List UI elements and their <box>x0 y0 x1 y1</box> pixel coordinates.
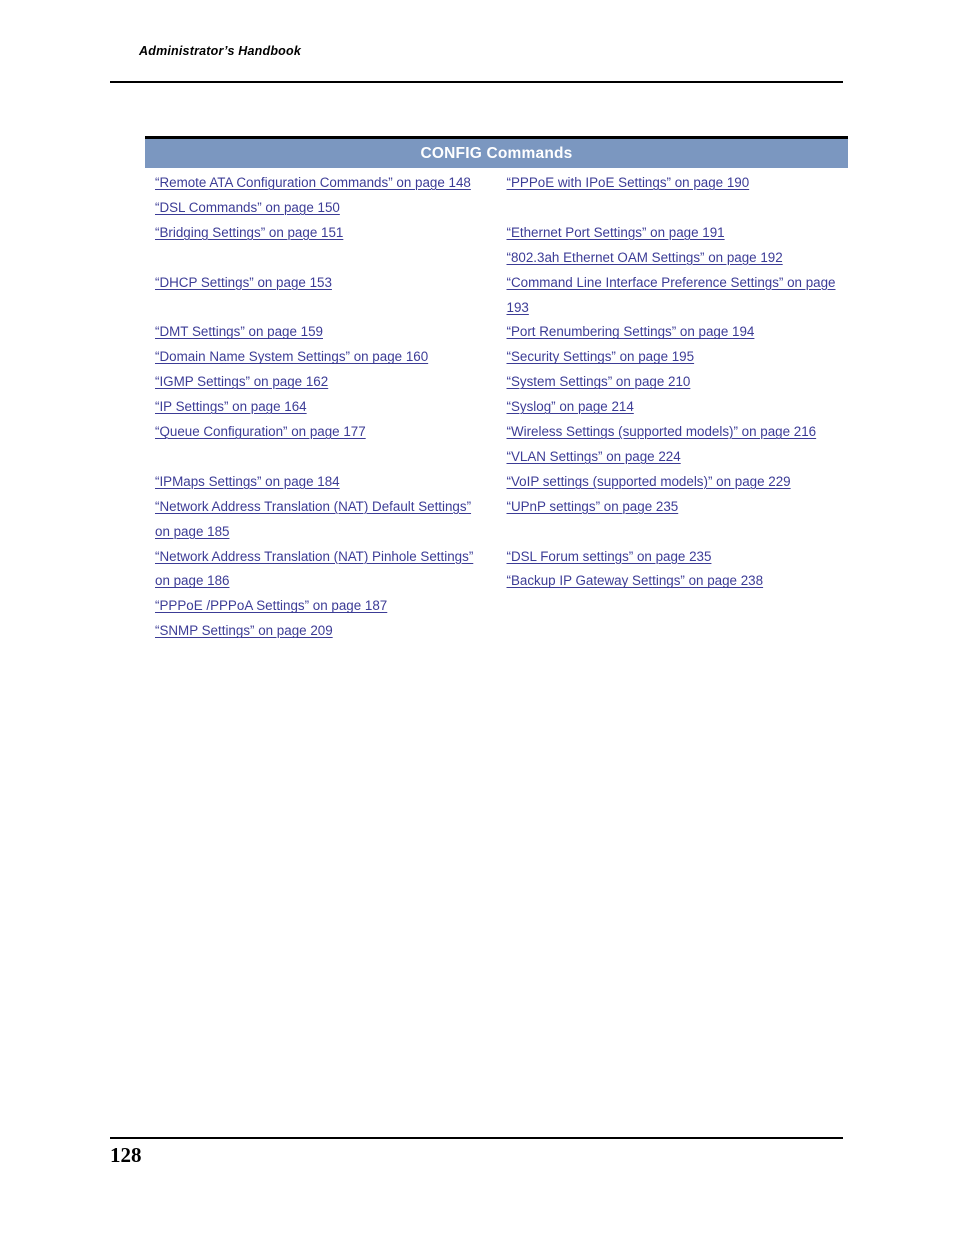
toc-entry: “Bridging Settings” on page 151 <box>155 221 479 246</box>
toc-grid: “Remote ATA Configuration Commands” on p… <box>145 171 848 644</box>
toc-spacer <box>155 246 479 271</box>
toc-link[interactable]: “System Settings” on page 210 <box>507 374 691 389</box>
config-commands-banner: CONFIG Commands <box>145 136 848 168</box>
toc-entry: “Network Address Translation (NAT) Defau… <box>155 495 479 545</box>
toc-link[interactable]: “VLAN Settings” on page 224 <box>507 449 681 464</box>
toc-link[interactable]: “Network Address Translation (NAT) Defau… <box>155 499 471 539</box>
toc-entry: “VoIP settings (supported models)” on pa… <box>507 470 839 495</box>
toc-link[interactable]: “Command Line Interface Preference Setti… <box>507 275 836 315</box>
toc-link[interactable]: “Ethernet Port Settings” on page 191 <box>507 225 725 240</box>
toc-column-left: “Remote ATA Configuration Commands” on p… <box>145 171 497 644</box>
toc-entry: “Security Settings” on page 195 <box>507 345 839 370</box>
toc-entry: “Ethernet Port Settings” on page 191 <box>507 221 839 246</box>
toc-link[interactable]: “Remote ATA Configuration Commands” on p… <box>155 175 471 190</box>
toc-link[interactable]: “UPnP settings” on page 235 <box>507 499 679 514</box>
toc-link[interactable]: “IP Settings” on page 164 <box>155 399 307 414</box>
toc-entry: “Queue Configuration” on page 177 <box>155 420 479 445</box>
toc-link[interactable]: “DSL Commands” on page 150 <box>155 200 340 215</box>
toc-spacer <box>155 445 479 470</box>
toc-entry: “DSL Forum settings” on page 235 <box>507 545 839 570</box>
toc-link[interactable]: “PPPoE /PPPoA Settings” on page 187 <box>155 598 387 613</box>
toc-spacer <box>507 520 839 545</box>
toc-entry: “IGMP Settings” on page 162 <box>155 370 479 395</box>
toc-entry: “Network Address Translation (NAT) Pinho… <box>155 545 479 595</box>
toc-entry: “System Settings” on page 210 <box>507 370 839 395</box>
toc-link[interactable]: “Network Address Translation (NAT) Pinho… <box>155 549 473 589</box>
toc-link[interactable]: “IPMaps Settings” on page 184 <box>155 474 340 489</box>
toc-link[interactable]: “VoIP settings (supported models)” on pa… <box>507 474 791 489</box>
toc-entry: “Domain Name System Settings” on page 16… <box>155 345 479 370</box>
toc-link[interactable]: “Backup IP Gateway Settings” on page 238 <box>507 573 764 588</box>
toc-entry: “802.3ah Ethernet OAM Settings” on page … <box>507 246 839 271</box>
running-head: Administrator’s Handbook <box>139 44 301 58</box>
toc-spacer <box>155 296 479 321</box>
toc-link[interactable]: “Port Renumbering Settings” on page 194 <box>507 324 755 339</box>
toc-entry: “DSL Commands” on page 150 <box>155 196 479 221</box>
toc-link[interactable]: “DMT Settings” on page 159 <box>155 324 323 339</box>
toc-entry: “Port Renumbering Settings” on page 194 <box>507 320 839 345</box>
toc-entry: “UPnP settings” on page 235 <box>507 495 839 520</box>
header-rule <box>110 81 843 83</box>
page-number: 128 <box>110 1143 142 1167</box>
toc-link[interactable]: “Bridging Settings” on page 151 <box>155 225 343 240</box>
toc-link[interactable]: “PPPoE with IPoE Settings” on page 190 <box>507 175 750 190</box>
banner-title: CONFIG Commands <box>420 144 573 162</box>
toc-column-right: “PPPoE with IPoE Settings” on page 190 “E… <box>497 171 849 644</box>
toc-link[interactable]: “Syslog” on page 214 <box>507 399 634 414</box>
toc-link[interactable]: “Domain Name System Settings” on page 16… <box>155 349 428 364</box>
toc-link[interactable]: “DSL Forum settings” on page 235 <box>507 549 712 564</box>
toc-entry: “Wireless Settings (supported models)” o… <box>507 420 839 445</box>
toc-entry: “Command Line Interface Preference Setti… <box>507 271 839 321</box>
toc-link[interactable]: “SNMP Settings” on page 209 <box>155 623 333 638</box>
toc-entry: “DMT Settings” on page 159 <box>155 320 479 345</box>
toc-entry: “Syslog” on page 214 <box>507 395 839 420</box>
toc-entry: “VLAN Settings” on page 224 <box>507 445 839 470</box>
toc-entry: “PPPoE /PPPoA Settings” on page 187 <box>155 594 479 619</box>
toc-link[interactable]: “IGMP Settings” on page 162 <box>155 374 328 389</box>
toc-link[interactable]: “DHCP Settings” on page 153 <box>155 275 332 290</box>
toc-entry: “DHCP Settings” on page 153 <box>155 271 479 296</box>
toc-spacer <box>507 196 839 221</box>
toc-link[interactable]: “Security Settings” on page 195 <box>507 349 695 364</box>
toc-entry: “Remote ATA Configuration Commands” on p… <box>155 171 479 196</box>
toc-entry: “PPPoE with IPoE Settings” on page 190 <box>507 171 839 196</box>
toc-link[interactable]: “Queue Configuration” on page 177 <box>155 424 366 439</box>
footer-rule <box>110 1137 843 1139</box>
toc-entry: “SNMP Settings” on page 209 <box>155 619 479 644</box>
toc-link[interactable]: “Wireless Settings (supported models)” o… <box>507 424 817 439</box>
toc-entry: “IP Settings” on page 164 <box>155 395 479 420</box>
toc-entry: “IPMaps Settings” on page 184 <box>155 470 479 495</box>
toc-link[interactable]: “802.3ah Ethernet OAM Settings” on page … <box>507 250 783 265</box>
toc-entry: “Backup IP Gateway Settings” on page 238 <box>507 569 839 594</box>
